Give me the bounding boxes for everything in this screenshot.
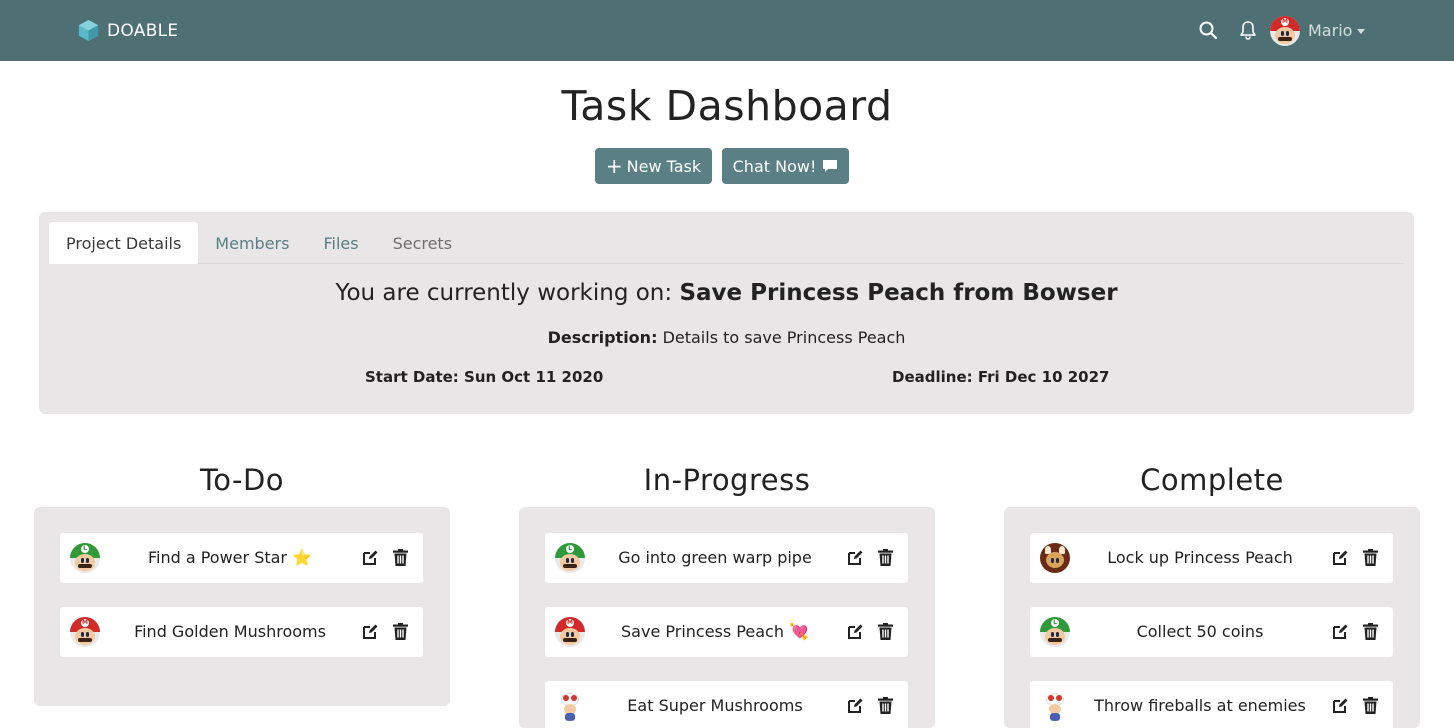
toad-avatar — [555, 691, 585, 721]
task-text: Go into green warp pipe — [618, 548, 812, 567]
edit-icon[interactable] — [1332, 549, 1349, 566]
task-card[interactable]: L Collect 50 coins — [1030, 607, 1393, 657]
chat-bubble-icon — [823, 160, 838, 172]
complete-column: Lock up Princess Peach L Collect 50 coins T… — [1004, 507, 1420, 728]
column-title-in-progress: In-Progress — [643, 463, 811, 497]
in-progress-column: L Go into green warp pipe M Save Princess P… — [519, 507, 935, 728]
chat-now-button[interactable]: Chat Now! — [722, 148, 849, 184]
tab-members[interactable]: Members — [198, 222, 306, 264]
task-text: Find Golden Mushrooms — [134, 622, 326, 641]
user-name: Mario — [1308, 21, 1353, 40]
start-date: Start Date: Sun Oct 11 2020 — [365, 368, 604, 386]
column-title-complete: Complete — [1140, 463, 1284, 497]
page-title: Task Dashboard — [561, 82, 893, 130]
trash-icon[interactable] — [393, 549, 408, 566]
user-avatar: M — [1270, 15, 1300, 46]
toad-avatar — [1040, 691, 1070, 721]
edit-icon[interactable] — [1332, 697, 1349, 714]
luigi-avatar: L — [1040, 617, 1070, 647]
trash-icon[interactable] — [1363, 549, 1378, 566]
tab-files[interactable]: Files — [306, 222, 375, 264]
edit-icon[interactable] — [847, 697, 864, 714]
trash-icon[interactable] — [1363, 623, 1378, 640]
edit-icon[interactable] — [362, 549, 379, 566]
user-menu-toggle[interactable]: M Mario — [1270, 15, 1366, 46]
edit-icon[interactable] — [1332, 623, 1349, 640]
deadline: Deadline: Fri Dec 10 2027 — [892, 368, 1110, 386]
navbar: DOABLE M Mario — [0, 0, 1454, 61]
luigi-avatar: L — [70, 543, 100, 573]
project-panel: Project Details Members Files Secrets Yo… — [39, 212, 1414, 414]
project-name: Save Princess Peach from Bowser — [679, 280, 1118, 306]
cube-logo-icon — [78, 19, 99, 42]
trash-icon[interactable] — [878, 623, 893, 640]
edit-icon[interactable] — [362, 623, 379, 640]
task-card[interactable]: Throw fireballs at enemies — [1030, 681, 1393, 728]
task-text: Find a Power Star ⭐ — [147, 548, 313, 567]
task-card[interactable]: M Save Princess Peach 💘 — [545, 607, 908, 657]
bowser-avatar — [1040, 543, 1070, 573]
task-card[interactable]: Lock up Princess Peach — [1030, 533, 1393, 583]
task-card[interactable]: L Find a Power Star ⭐ — [60, 533, 423, 583]
new-task-label: New Task — [626, 156, 702, 176]
project-tabs: Project Details Members Files Secrets — [49, 222, 1404, 264]
task-card[interactable]: M Find Golden Mushrooms — [60, 607, 423, 657]
task-text: Throw fireballs at enemies — [1094, 696, 1306, 715]
task-text: Lock up Princess Peach — [1107, 548, 1293, 567]
brand-name: DOABLE — [107, 20, 179, 41]
brand-link[interactable]: DOABLE — [77, 18, 178, 43]
search-icon[interactable] — [1198, 20, 1218, 40]
task-card[interactable]: Eat Super Mushrooms — [545, 681, 908, 728]
luigi-avatar: L — [555, 543, 585, 573]
plus-icon: + — [605, 154, 623, 178]
trash-icon[interactable] — [878, 549, 893, 566]
description-label: Description: — [547, 328, 658, 347]
edit-icon[interactable] — [847, 549, 864, 566]
working-prefix: You are currently working on: — [335, 280, 673, 306]
chat-now-label: Chat Now! — [732, 156, 817, 176]
bell-icon[interactable] — [1239, 20, 1257, 40]
task-text: Eat Super Mushrooms — [627, 696, 803, 715]
column-title-todo: To-Do — [199, 463, 285, 497]
edit-icon[interactable] — [847, 623, 864, 640]
description-text: Details to save Princess Peach — [662, 328, 906, 347]
mario-avatar: M — [70, 617, 100, 647]
caret-down-icon — [1357, 28, 1366, 34]
project-description: Description: Details to save Princess Pe… — [39, 328, 1414, 347]
tab-project-details[interactable]: Project Details — [49, 222, 199, 264]
task-text: Collect 50 coins — [1136, 622, 1264, 641]
current-project-heading: You are currently working on: Save Princ… — [39, 280, 1414, 306]
trash-icon[interactable] — [393, 623, 408, 640]
task-card[interactable]: L Go into green warp pipe — [545, 533, 908, 583]
mario-avatar: M — [555, 617, 585, 647]
trash-icon[interactable] — [1363, 697, 1378, 714]
task-text: Save Princess Peach 💘 — [621, 622, 809, 641]
todo-column: L Find a Power Star ⭐ M Find Golden Mushroo… — [34, 507, 450, 706]
tab-secrets[interactable]: Secrets — [376, 222, 469, 264]
trash-icon[interactable] — [878, 697, 893, 714]
new-task-button[interactable]: + New Task — [595, 148, 712, 184]
